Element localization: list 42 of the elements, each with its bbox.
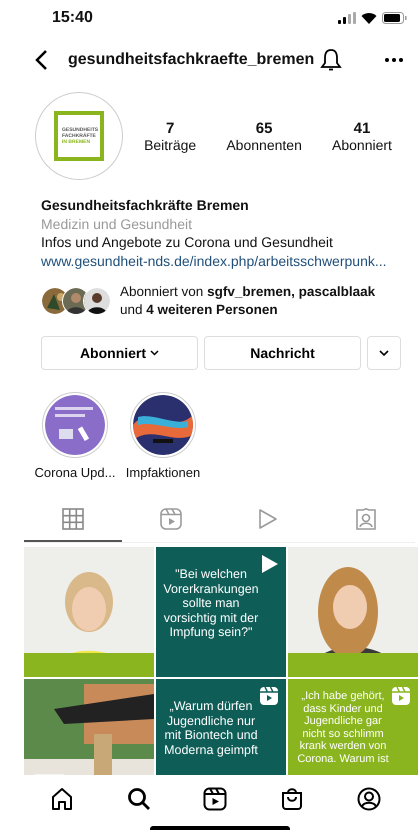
profile-bio: Infos und Angebote zu Corona und Gesundheit [41,233,334,252]
status-time: 15:40 [52,9,93,27]
reels-icon [392,687,410,705]
post-tile[interactable]: "Bei welchen Vorerkrankungen sollte man vorsichtig mit der Impfung sein?" [156,547,286,677]
battery-icon [382,12,407,24]
following-button[interactable]: Abonniert [41,336,198,370]
stat-count: 41 [354,120,370,136]
shopping-bag-icon[interactable] [280,787,304,811]
signal-icon [338,12,356,24]
stat-count: 7 [166,120,174,136]
caret-icon [150,350,160,356]
post-text: "Bei welchen Vorerkrankungen sollte man vorsichtig mit der Impfung sein?" [163,567,259,640]
tagged-person-icon [355,508,378,530]
post-text: „Ich habe gehört, dass Kinder und Jugendliche gar nicht so schlimm krank werden von Corona. Warum ist [296,690,390,765]
more-icon[interactable] [385,58,403,62]
play-icon [258,508,278,530]
stat-label: Abonniert [332,136,392,152]
reels-icon [260,687,278,705]
profile-link[interactable]: www.gesundheit-nds.de/index.php/arbeitsschwerpunk... [41,252,419,270]
search-icon[interactable] [126,787,151,811]
profile-category: Medizin und Gesundheit [41,214,193,233]
profile-name: Gesundheitsfachkräfte Bremen [41,196,250,214]
profile-icon[interactable] [356,787,381,811]
reels-icon[interactable] [203,787,228,811]
caret-icon [379,350,389,356]
wifi-icon [361,12,377,24]
grid-icon [62,508,84,530]
bell-icon[interactable] [320,48,342,72]
highlight-label: Impfaktionen [126,465,200,480]
highlight-label: Corona Upd... [34,465,116,480]
followed-by-text: Abonniert von sgfv_bremen, pascalblaak und 4 weiteren Personen [120,283,376,319]
stat-label: Abonnenten [226,136,302,152]
username-title: gesundheitsfachkraefte_bremen [68,51,314,69]
play-icon [262,555,278,573]
post-text: „Warum dürfen Jugendliche nur mit Biontech und Moderna geimpft [164,699,258,757]
post-tile[interactable]: „Warum dürfen Jugendliche nur mit Biontech und Moderna geimpft [156,679,286,775]
stat-label: Beiträge [144,136,196,152]
stat-count: 65 [256,120,272,136]
back-icon[interactable] [34,49,48,71]
reels-icon [160,508,182,530]
home-icon[interactable] [50,787,74,811]
message-button[interactable]: Nachricht [204,336,361,370]
